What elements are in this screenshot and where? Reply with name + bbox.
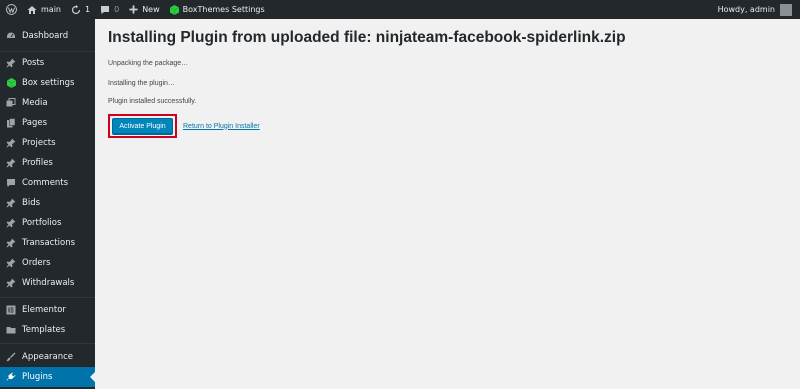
install-actions: Activate Plugin Return to Plugin Install… xyxy=(108,114,260,138)
comments-link[interactable]: 0 xyxy=(95,0,124,19)
avatar xyxy=(780,3,792,16)
account-menu[interactable]: Howdy, admin xyxy=(717,3,800,16)
menu-item-media[interactable]: Media xyxy=(0,93,95,113)
menu-item-posts[interactable]: Posts xyxy=(0,53,95,73)
menu-item-projects[interactable]: Projects xyxy=(0,133,95,153)
comments-count: 0 xyxy=(114,5,120,14)
pin-icon xyxy=(6,218,16,228)
updates-count: 1 xyxy=(85,5,91,14)
media-icon xyxy=(6,98,16,108)
menu-label: Plugins xyxy=(22,372,53,382)
menu-item-plugins[interactable]: Plugins xyxy=(0,367,95,387)
menu-separator xyxy=(0,343,95,344)
menu-item-transactions[interactable]: Transactions xyxy=(0,233,95,253)
pin-icon xyxy=(6,158,16,168)
menu-item-bids[interactable]: Bids xyxy=(0,193,95,213)
comment-bubble-icon xyxy=(101,5,110,14)
site-name-link[interactable]: main xyxy=(22,0,66,19)
menu-label: Templates xyxy=(22,325,66,335)
menu-label: Profiles xyxy=(22,158,53,168)
admin-bar: main 1 0 New BoxThemes Settings Howdy, a… xyxy=(0,0,800,19)
pin-icon xyxy=(6,58,16,68)
menu-item-templates[interactable]: Templates xyxy=(0,320,95,340)
menu-item-box-settings[interactable]: Box settings xyxy=(0,73,95,93)
menu-label: Portfolios xyxy=(22,218,62,228)
refresh-icon xyxy=(71,4,81,14)
pages-icon xyxy=(6,118,16,128)
plugin-icon xyxy=(6,372,16,382)
comment-icon xyxy=(6,178,16,188)
site-name: main xyxy=(41,5,61,14)
pin-icon xyxy=(6,278,16,288)
menu-label: Pages xyxy=(22,118,48,128)
menu-item-appearance[interactable]: Appearance xyxy=(0,347,95,367)
menu-label: Withdrawals xyxy=(22,278,75,288)
menu-label: Bids xyxy=(22,198,41,208)
menu-separator xyxy=(0,51,95,52)
menu-label: Posts xyxy=(22,58,45,68)
menu-item-comments[interactable]: Comments xyxy=(0,173,95,193)
home-icon xyxy=(27,5,37,14)
wordpress-icon xyxy=(6,4,17,15)
menu-item-portfolios[interactable]: Portfolios xyxy=(0,213,95,233)
menu-item-elementor[interactable]: Elementor xyxy=(0,300,95,320)
status-message: Plugin installed successfully. xyxy=(108,98,197,105)
pin-icon xyxy=(6,138,16,148)
menu-label: Orders xyxy=(22,258,51,268)
updates-link[interactable]: 1 xyxy=(66,0,95,19)
boxthemes-settings-label: BoxThemes Settings xyxy=(182,5,265,14)
menu-label: Appearance xyxy=(22,352,74,362)
folder-icon xyxy=(6,325,16,335)
dashboard-icon xyxy=(6,31,16,41)
activate-plugin-button[interactable]: Activate Plugin xyxy=(112,118,173,134)
pin-icon xyxy=(6,238,16,248)
boxthemes-settings-link[interactable]: BoxThemes Settings xyxy=(165,0,270,19)
menu-item-profiles[interactable]: Profiles xyxy=(0,153,95,173)
cube-icon xyxy=(6,78,16,88)
menu-separator xyxy=(0,297,95,298)
status-message: Unpacking the package… xyxy=(108,60,189,67)
menu-item-pages[interactable]: Pages xyxy=(0,113,95,133)
menu-item-orders[interactable]: Orders xyxy=(0,253,95,273)
brush-icon xyxy=(6,352,16,362)
menu-label: Media xyxy=(22,98,48,108)
menu-item-withdrawals[interactable]: Withdrawals xyxy=(0,273,95,293)
page-title: Installing Plugin from uploaded file: ni… xyxy=(108,29,626,46)
return-to-plugin-installer-link[interactable]: Return to Plugin Installer xyxy=(183,123,260,130)
pin-icon xyxy=(6,198,16,208)
elementor-icon xyxy=(6,305,16,315)
pin-icon xyxy=(6,258,16,268)
menu-label: Elementor xyxy=(22,305,66,315)
highlight-box: Activate Plugin xyxy=(108,114,177,138)
greeting: Howdy, admin xyxy=(717,5,775,14)
new-content-link[interactable]: New xyxy=(124,0,164,19)
status-message: Installing the plugin… xyxy=(108,80,175,87)
menu-item-dashboard[interactable]: Dashboard xyxy=(0,26,95,46)
menu-label: Transactions xyxy=(22,238,76,248)
menu-label: Dashboard xyxy=(22,31,69,41)
wordpress-logo[interactable] xyxy=(0,0,22,19)
cube-icon xyxy=(169,4,179,15)
plus-icon xyxy=(129,5,138,14)
menu-label: Box settings xyxy=(22,78,75,88)
menu-label: Projects xyxy=(22,138,56,148)
admin-sidebar: Dashboard Posts Box settings Media Pages… xyxy=(0,19,95,389)
new-label: New xyxy=(142,5,160,14)
menu-label: Comments xyxy=(22,178,69,188)
